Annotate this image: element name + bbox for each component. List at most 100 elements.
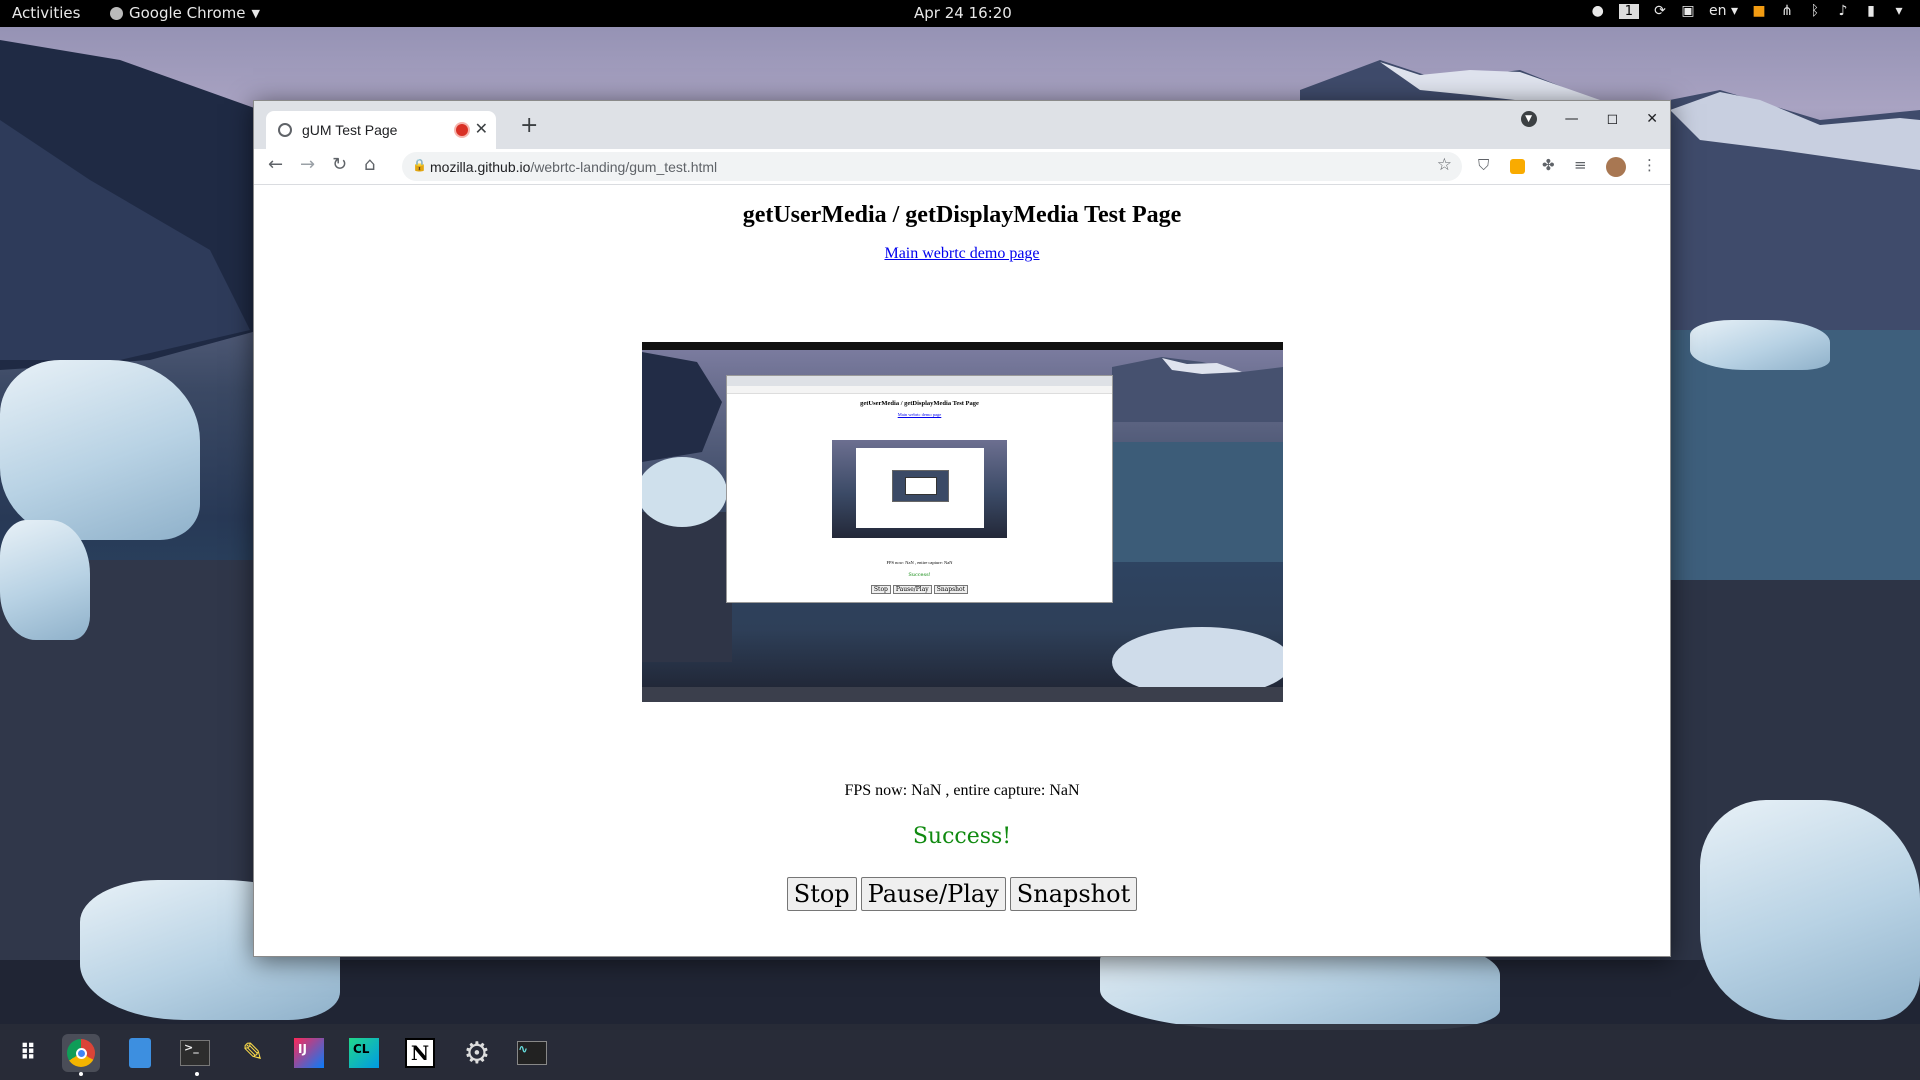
running-indicator: [195, 1072, 199, 1076]
main-demo-link[interactable]: Main webrtc demo page: [884, 245, 1039, 262]
running-indicator: [79, 1072, 83, 1076]
back-button[interactable]: ←: [268, 154, 283, 175]
browser-tab[interactable]: gUM Test Page ✕: [266, 111, 496, 149]
profile-avatar[interactable]: [1606, 157, 1626, 177]
tab-search-icon[interactable]: ▼: [1520, 111, 1537, 127]
chrome-icon[interactable]: [62, 1034, 100, 1072]
captured-fps-text: FPS now: NaN , entire capture: NaN: [886, 560, 953, 565]
app-grid-icon[interactable]: ⠿: [9, 1034, 47, 1072]
indicator-icon[interactable]: ●: [1591, 3, 1605, 19]
pause-play-button[interactable]: Pause/Play: [860, 877, 1006, 911]
terminal-shape: >_: [180, 1040, 210, 1066]
page-content: getUserMedia / getDisplayMedia Test Page…: [254, 186, 1670, 956]
nested-capture-frame: [892, 470, 949, 502]
app-menu[interactable]: Google Chrome ▼: [110, 4, 260, 22]
iceberg: [0, 520, 90, 640]
close-window-button[interactable]: ✕: [1646, 111, 1658, 127]
system-monitor-icon[interactable]: ∿: [513, 1034, 551, 1072]
lock-icon: 🔒: [412, 158, 427, 172]
address-bar[interactable]: 🔒 mozilla.github.io/webrtc-landing/gum_t…: [402, 152, 1462, 181]
extensions-puzzle-icon[interactable]: ✤: [1542, 156, 1555, 174]
captured-buttons: Stop Pause/Play Snapshot: [727, 585, 1112, 594]
power-menu-icon[interactable]: ▾: [1892, 3, 1906, 19]
captured-snapshot-button: Snapshot: [933, 585, 969, 594]
status-message: Success!: [912, 824, 1012, 849]
url-host: mozilla.github.io: [430, 158, 531, 175]
dock: ⠿ >_ ✎ IJ CL N ⚙ ∿: [0, 1024, 1920, 1080]
browser-toolbar: ← → ↻ ⌂ 🔒 mozilla.github.io/webrtc-landi…: [254, 149, 1670, 185]
recording-icon: [456, 124, 468, 136]
top-bar: Activities Google Chrome ▼ Apr 24 16:20 …: [0, 0, 1920, 27]
globe-icon: [278, 123, 292, 137]
bookmark-star-icon[interactable]: ☆: [1437, 155, 1452, 175]
page-title: getUserMedia / getDisplayMedia Test Page: [742, 202, 1182, 228]
terminal-icon[interactable]: >_: [176, 1034, 214, 1072]
activities-button[interactable]: Activities: [12, 4, 80, 22]
forward-button[interactable]: →: [300, 154, 315, 175]
system-tray: ● 1 ⟳ ▣ en ▾ ■ ⋔ ᛒ ♪ ▮ ▾: [1591, 3, 1906, 19]
network-icon[interactable]: ⋔: [1780, 3, 1794, 19]
more-menu-icon[interactable]: ⋮: [1642, 156, 1657, 174]
extension-badge-icon[interactable]: [1510, 159, 1525, 174]
app-menu-label: Google Chrome: [129, 4, 246, 22]
captured-browser-window: getUserMedia / getDisplayMedia Test Page…: [726, 375, 1113, 603]
stop-button[interactable]: Stop: [786, 877, 857, 911]
chrome-window: gUM Test Page ✕ + ▼ — ◻ ✕ ← → ↻ ⌂ 🔒 mozi…: [253, 100, 1671, 957]
nested-capture-video: [832, 440, 1007, 538]
clion-shape: CL: [349, 1038, 379, 1068]
iceberg: [0, 360, 200, 540]
chrome-icon: [110, 6, 123, 20]
snapshot-button[interactable]: Snapshot: [1009, 877, 1138, 911]
nested-capture-window: [856, 448, 984, 528]
intellij-shape: IJ: [294, 1038, 324, 1068]
window-controls: ▼ — ◻ ✕: [1520, 111, 1658, 127]
captured-link: Main webrtc demo page: [897, 412, 942, 417]
caret-down-icon: ▼: [251, 6, 260, 20]
clion-icon[interactable]: CL: [345, 1034, 383, 1072]
battery-icon[interactable]: ▮: [1864, 3, 1878, 19]
notion-shape: N: [405, 1038, 435, 1068]
iceberg: [1700, 800, 1920, 1020]
url-path: /webrtc-landing/gum_test.html: [530, 158, 718, 175]
tab-title: gUM Test Page: [302, 122, 398, 138]
captured-taskbar: [642, 687, 1283, 702]
captured-toolbar: [727, 386, 1112, 394]
system-monitor-shape: ∿: [517, 1041, 547, 1065]
minimize-button[interactable]: —: [1565, 111, 1579, 127]
notion-icon[interactable]: N: [401, 1034, 439, 1072]
volume-icon[interactable]: ♪: [1836, 3, 1850, 19]
tab-strip: gUM Test Page ✕ + ▼ — ◻ ✕: [254, 101, 1670, 149]
clipboard-icon[interactable]: ▣: [1681, 3, 1695, 19]
close-tab-icon[interactable]: ✕: [475, 119, 488, 139]
chrome-logo-center: [75, 1047, 87, 1059]
keyboard-layout-label: en: [1709, 3, 1727, 19]
clock[interactable]: Apr 24 16:20: [914, 4, 1012, 22]
workspace-indicator[interactable]: 1: [1618, 3, 1640, 19]
maximize-button[interactable]: ◻: [1607, 111, 1619, 127]
files-shape: [129, 1038, 151, 1068]
iceberg: [1690, 320, 1830, 370]
nested-capture-window-inner: [905, 477, 937, 495]
intellij-icon[interactable]: IJ: [290, 1034, 328, 1072]
files-icon[interactable]: [121, 1034, 159, 1072]
keyboard-layout[interactable]: en ▾: [1709, 3, 1738, 19]
notes-icon[interactable]: ✎: [234, 1034, 272, 1072]
bluetooth-icon[interactable]: ᛒ: [1808, 3, 1822, 19]
captured-stop-button: Stop: [870, 585, 891, 594]
screen-capture-video[interactable]: getUserMedia / getDisplayMedia Test Page…: [642, 342, 1283, 702]
media-controls-icon[interactable]: ≡: [1574, 156, 1587, 174]
control-buttons: Stop Pause/Play Snapshot: [254, 877, 1670, 911]
notification-icon[interactable]: ■: [1752, 3, 1766, 19]
captured-pause-button: Pause/Play: [892, 585, 932, 594]
reload-button[interactable]: ↻: [332, 154, 347, 175]
sync-icon[interactable]: ⟳: [1653, 3, 1667, 19]
captured-tabbar: [727, 376, 1112, 386]
captured-title: getUserMedia / getDisplayMedia Test Page: [860, 400, 979, 407]
settings-icon[interactable]: ⚙: [458, 1034, 496, 1072]
pocket-icon[interactable]: ⛉: [1478, 156, 1489, 174]
captured-status: Success!: [908, 572, 931, 578]
home-button[interactable]: ⌂: [364, 154, 375, 175]
new-tab-button[interactable]: +: [520, 113, 538, 138]
fps-readout: FPS now: NaN , entire capture: NaN: [844, 782, 1080, 799]
demo-link-container: Main webrtc demo page: [254, 245, 1670, 263]
